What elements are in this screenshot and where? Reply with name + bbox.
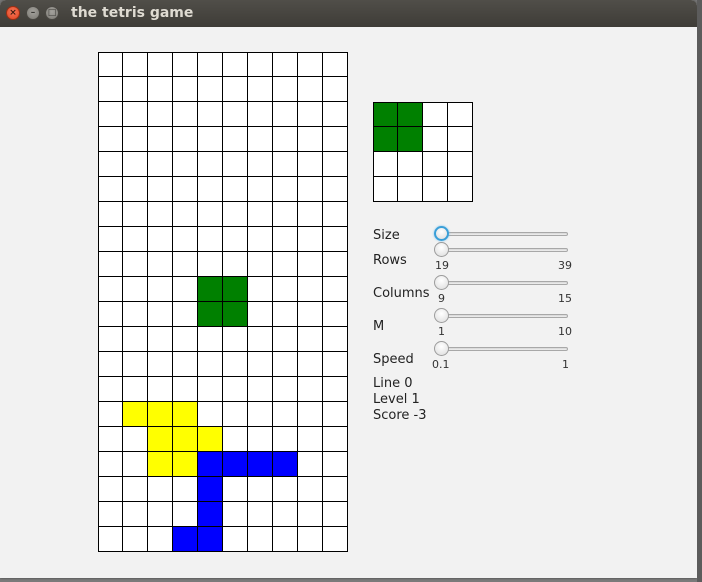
columns-min-label: 9 [438,292,445,305]
rows-min-label: 19 [435,259,449,272]
columns-slider-thumb[interactable] [434,275,449,290]
window-title: the tetris game [71,5,194,21]
speed-slider-track[interactable] [436,347,568,351]
m-slider-track[interactable] [436,314,568,318]
title-bar: × – □ the tetris game [0,0,697,27]
m-slider-thumb[interactable] [434,308,449,323]
background-window-edge [697,0,702,582]
speed-max-label: 1 [562,358,569,371]
size-slider-track[interactable] [436,232,568,236]
rows-label: Rows [373,253,407,268]
close-window-button[interactable]: × [6,6,20,20]
columns-slider-track[interactable] [436,281,568,285]
line-count: Line 0 [373,376,413,391]
board-cell-frame [98,52,348,552]
close-icon: × [9,8,17,18]
level-indicator: Level 1 [373,392,420,407]
rows-max-label: 39 [558,259,572,272]
speed-min-label: 0.1 [432,358,450,371]
score-display: Score -3 [373,408,427,423]
rows-slider-track[interactable] [436,248,568,252]
size-label: Size [373,228,400,243]
maximize-window-button[interactable]: □ [45,6,59,20]
rows-slider-thumb[interactable] [434,242,449,257]
preview-cell-frame [373,102,473,202]
game-board [98,52,348,552]
speed-label: Speed [373,352,414,367]
speed-slider-thumb[interactable] [434,341,449,356]
m-min-label: 1 [438,325,445,338]
app-window: × – □ the tetris game Size Rows 19 39 Co… [0,0,697,578]
next-piece-preview [373,102,473,202]
minimize-window-button[interactable]: – [26,6,40,20]
maximize-icon: □ [47,8,57,18]
columns-max-label: 15 [558,292,572,305]
m-label: M [373,319,385,334]
minimize-icon: – [30,8,36,18]
columns-label: Columns [373,286,430,301]
size-slider-thumb[interactable] [434,226,449,241]
m-max-label: 10 [558,325,572,338]
